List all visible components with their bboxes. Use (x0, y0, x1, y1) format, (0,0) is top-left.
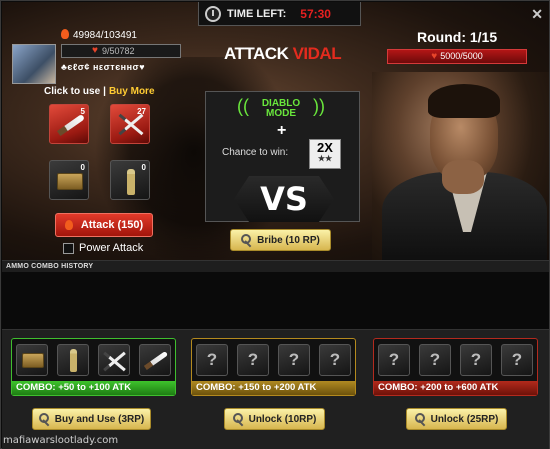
combo-slot-crossed-blades (98, 344, 130, 376)
separator: | (103, 86, 106, 97)
bribe-button[interactable]: Bribe (10 RP) (230, 229, 331, 251)
diablo-right-waves: )) (313, 96, 325, 116)
bribe-button-label: Bribe (10 RP) (257, 234, 320, 246)
combo-slot-bottle (57, 344, 89, 376)
key-icon (414, 413, 427, 425)
diablo-left-waves: (( (237, 96, 249, 116)
item-slot-bottle[interactable]: 0 (110, 160, 150, 200)
click-to-use-label: Click to use (44, 86, 101, 97)
combo-label: COMBO: +200 to +600 ATK (374, 381, 537, 395)
unlock-25rp-label: Unlock (25RP) (430, 413, 499, 425)
locked-slot: ? (319, 344, 351, 376)
item-count: 0 (80, 163, 85, 172)
unlock-25rp-button[interactable]: Unlock (25RP) (406, 408, 507, 430)
plus-sign: + (277, 122, 287, 139)
vs-badge: VS (234, 176, 334, 222)
bottle-icon (70, 349, 77, 372)
player-avatar[interactable] (12, 44, 56, 84)
buy-and-use-label: Buy and Use (3RP) (54, 413, 145, 425)
unlock-10rp-label: Unlock (10RP) (248, 413, 317, 425)
fire-icon (64, 220, 73, 230)
chance-to-win-label: Chance to win: (222, 147, 289, 158)
combo-box-1: COMBO: +50 to +100 ATK (11, 338, 176, 396)
key-icon (38, 413, 51, 425)
attack-button[interactable]: Attack (150) (55, 213, 153, 237)
bottle-icon (127, 169, 135, 195)
round-counter: Round: 1/15 (417, 29, 498, 45)
battle-arena: 49984/103491 ♥ 9/50782 ♣єℓσ¢ нεσтєннσ♥ Cl… (2, 2, 549, 260)
power-attack-checkbox[interactable] (63, 242, 74, 254)
opponent-health-bar: ♥ 5000/5000 (387, 49, 527, 64)
ammo-combo-history-header: AMMO COMBO HISTORY (2, 260, 549, 272)
ammo-combo-history-area (2, 272, 549, 330)
diablo-mode-badge: (( DIABLO MODE )) (237, 97, 325, 119)
locked-slot: ? (196, 344, 228, 376)
multiplier-2x-icon: 2X ★★ (309, 139, 341, 169)
locked-slot: ? (237, 344, 269, 376)
heart-icon: ♥ (92, 45, 98, 56)
player-energy: 49984/103491 (61, 29, 137, 41)
opponent-health-value: 5000/5000 (440, 51, 483, 61)
combo-slot-knife (139, 344, 171, 376)
vs-panel: (( DIABLO MODE )) + Chance to win: 2X ★★… (205, 91, 360, 222)
multiplier-text: 2X (317, 140, 333, 155)
fire-icon (61, 29, 69, 39)
history-title: AMMO COMBO HISTORY (6, 263, 94, 270)
diablo-line2: MODE (266, 108, 296, 119)
key-icon (232, 413, 245, 425)
timer-box: TIME LEFT: 57:30 (198, 2, 361, 26)
clock-icon (205, 5, 221, 22)
combo-label: COMBO: +50 to +100 ATK (12, 381, 175, 395)
heart-icon: ♥ (431, 51, 438, 62)
opponent-hand (442, 160, 484, 194)
timer-value: 57:30 (300, 6, 331, 21)
opponent-portrait (372, 72, 549, 260)
opponent-hair (428, 84, 500, 118)
combo-section: COMBO: +50 to +100 ATK ? ? ? ? COMBO: +1… (2, 330, 549, 449)
attack-button-label: Attack (150) (80, 219, 144, 231)
click-to-use-row: Click to use | Buy More (44, 86, 155, 97)
attack-title: ATTACK VIDAL (224, 44, 342, 64)
buy-and-use-button[interactable]: Buy and Use (3RP) (32, 408, 151, 430)
player-health-value: 9/50782 (102, 46, 135, 56)
close-icon[interactable]: ✕ (531, 6, 543, 23)
watermark: mafiawarslootlady.com (3, 435, 119, 446)
item-slot-knife[interactable]: 5 (49, 104, 89, 144)
combo-box-2: ? ? ? ? COMBO: +150 to +200 ATK (191, 338, 356, 396)
timer-label: TIME LEFT: (227, 7, 287, 20)
attack-dialog: 49984/103491 ♥ 9/50782 ♣єℓσ¢ нεσтєннσ♥ Cl… (0, 0, 550, 449)
item-count: 27 (137, 107, 146, 116)
multiplier-stars: ★★ (317, 154, 333, 163)
player-health-bar: ♥ 9/50782 (61, 44, 181, 58)
knife-icon (56, 113, 86, 137)
buy-more-link[interactable]: Buy More (109, 86, 155, 97)
ammo-crate-icon (57, 173, 83, 190)
key-icon (241, 234, 253, 246)
player-energy-value: 49984/103491 (73, 30, 137, 41)
combo-slot-ammo-crate (16, 344, 48, 376)
player-name: ♣єℓσ¢ нεσтєннσ♥ (61, 62, 146, 72)
attack-target-name: VIDAL (292, 44, 342, 63)
ammo-crate-icon (22, 353, 44, 368)
item-count: 0 (141, 163, 146, 172)
power-attack-label: Power Attack (79, 242, 144, 254)
locked-slot: ? (460, 344, 492, 376)
locked-slot: ? (419, 344, 451, 376)
locked-slot: ? (501, 344, 533, 376)
knife-icon (143, 350, 169, 371)
attack-title-prefix: ATTACK (224, 44, 289, 63)
item-slot-crossed-blades[interactable]: 27 (110, 104, 150, 144)
unlock-10rp-button[interactable]: Unlock (10RP) (224, 408, 325, 430)
locked-slot: ? (278, 344, 310, 376)
combo-box-3: ? ? ? ? COMBO: +200 to +600 ATK (373, 338, 538, 396)
power-attack-option: Power Attack (63, 242, 143, 254)
locked-slot: ? (378, 344, 410, 376)
item-slot-ammo-crate[interactable]: 0 (49, 160, 89, 200)
combo-label: COMBO: +150 to +200 ATK (192, 381, 355, 395)
